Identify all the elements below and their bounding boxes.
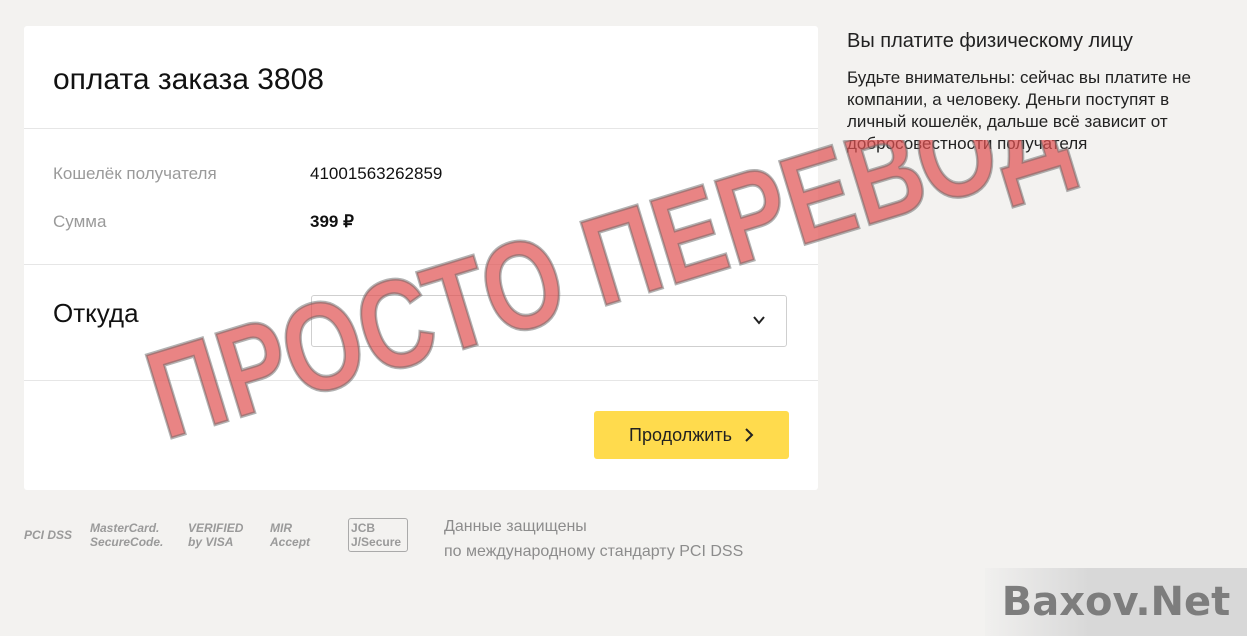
amount-label: Сумма xyxy=(53,212,107,231)
jcb-secure-logo: JCB J/Secure xyxy=(348,518,409,552)
security-logos: PCI DSS MasterCard. SecureCode. VERIFIED… xyxy=(24,514,409,556)
recipient-warning: Вы платите физическому лицу Будьте внима… xyxy=(847,30,1227,155)
security-note: Данные защищены по международному станда… xyxy=(444,514,743,564)
stamp-overlay: ПРОСТО ПЕРЕВОД xyxy=(140,140,1083,440)
order-header: оплата заказа 3808 xyxy=(24,26,818,129)
stamp-text: ПРОСТО ПЕРЕВОД xyxy=(140,140,1081,440)
warning-title: Вы платите физическому лицу xyxy=(847,30,1133,52)
verified-by-visa-logo: VERIFIED by VISA xyxy=(188,521,244,549)
security-line-1: Данные защищены xyxy=(444,518,587,535)
mir-accept-logo: MIR Accept xyxy=(270,521,311,549)
watermark-text: Baxov.Net xyxy=(1001,579,1231,625)
mastercard-securecode-logo: MasterCard. SecureCode. xyxy=(90,521,164,549)
watermark: Baxov.Net xyxy=(985,568,1247,636)
page-title: оплата заказа 3808 xyxy=(53,63,324,96)
pci-dss-logo: PCI DSS xyxy=(24,528,73,542)
security-line-2: по международному стандарту PCI DSS xyxy=(444,543,744,560)
source-label: Откуда xyxy=(53,298,139,328)
